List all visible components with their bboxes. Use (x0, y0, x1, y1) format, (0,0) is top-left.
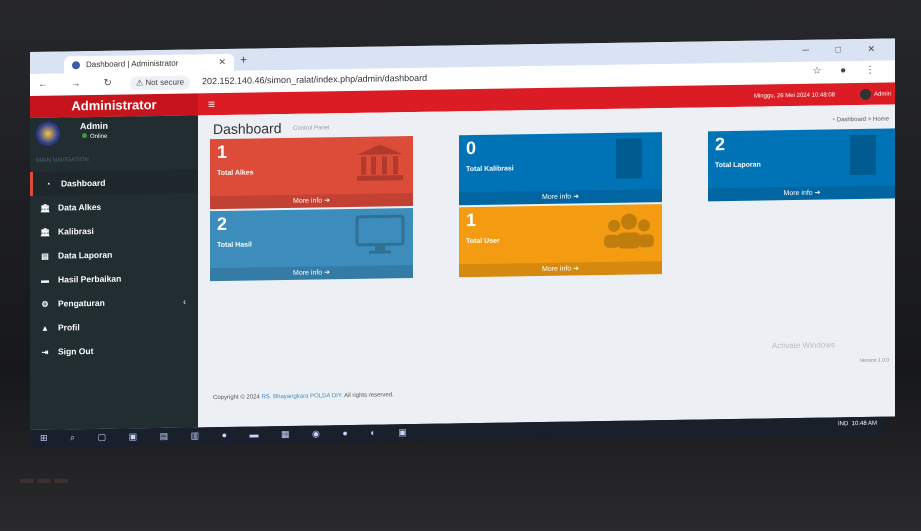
bank-icon: 🏛 (40, 227, 51, 237)
bank-icon (357, 144, 403, 181)
sidebar-toggle-icon[interactable]: ≡ (208, 97, 215, 111)
header-user-label[interactable]: Admin (874, 91, 891, 97)
url-input[interactable]: 202.152.140.46/simon_ralat/index.php/adm… (202, 73, 427, 87)
tab-title: Dashboard | Administrator (86, 58, 179, 70)
sidebar-item-label: Data Laporan (58, 249, 113, 261)
sidebar-item-pengaturan[interactable]: ⚙ Pengaturan ‹ (30, 289, 198, 316)
admin-app: Administrator ≡ Minggu, 26 Mei 2024 10:4… (30, 82, 895, 430)
favicon-icon (72, 60, 80, 69)
footer: Copyright © 2024 RS. Bhayangkara POLDA D… (213, 392, 394, 401)
security-badge[interactable]: ⚠ Not secure (130, 75, 191, 91)
user-status: Online (82, 133, 107, 140)
sidebar-item-data-alkes[interactable]: 🏛 Data Alkes (30, 193, 198, 220)
building-icon (616, 138, 642, 179)
sidebar-item-label: Hasil Perbaikan (58, 273, 122, 285)
header-datetime: Minggu, 26 Mei 2024 10:48:08 (753, 92, 835, 100)
users-icon (604, 213, 654, 249)
more-info-link[interactable]: More info ➔ (210, 192, 413, 210)
version-label: Version 1.0.0 (859, 357, 889, 364)
sidebar: Admin Online MAIN NAVIGATION ◔ Dashboard… (30, 115, 198, 430)
main-content: Dashboard Control Panel ◔ Dashboard > Ho… (198, 104, 895, 428)
browser-window: Dashboard | Administrator ✕ + ─ □ ✕ ← → … (30, 38, 895, 430)
stat-value: 1 (217, 141, 228, 163)
stat-value: 2 (217, 213, 228, 235)
sidebar-item-dashboard[interactable]: ◔ Dashboard (30, 169, 198, 196)
stat-box-total-kalibrasi: 0 Total Kalibrasi More info ➔ (459, 132, 662, 206)
breadcrumb-home[interactable]: Dashboard (837, 117, 866, 123)
monitor-icon (355, 214, 405, 254)
sidebar-item-label: Dashboard (61, 177, 106, 189)
activate-windows-watermark: Activate Windows (771, 340, 835, 351)
avatar (36, 121, 60, 146)
page-subtitle: Control Panel (293, 125, 330, 132)
user-icon: ▲ (41, 323, 49, 333)
sidebar-item-label: Sign Out (58, 346, 94, 357)
stat-label: Total Laporan (715, 161, 761, 170)
stat-value: 1 (466, 209, 477, 231)
status-dot-icon (82, 133, 87, 139)
new-tab-icon[interactable]: + (240, 53, 247, 67)
sidebar-item-label: Kalibrasi (58, 225, 94, 237)
breadcrumb-separator: > (867, 116, 872, 123)
sidebar-item-kalibrasi[interactable]: 🏛 Kalibrasi (30, 217, 198, 244)
footer-link[interactable]: RS. Bhayangkara POLDA DIY. (261, 393, 342, 400)
language-indicator: IND (837, 421, 849, 428)
app-logo[interactable]: Administrator (30, 93, 198, 118)
stat-box-total-alkes: 1 Total Alkes More info ➔ (210, 135, 413, 210)
lenovo-logo: ▬▬▬ (20, 470, 71, 486)
breadcrumb: ◔ Dashboard > Home (831, 117, 889, 124)
nav-buttons[interactable]: ← → ↻ (38, 78, 122, 90)
stat-value: 0 (466, 137, 477, 159)
system-tray[interactable]: IND 10:48 AM (838, 421, 877, 428)
dashboard-icon: ◔ (45, 179, 51, 189)
stat-value: 2 (715, 134, 726, 155)
stat-label: Total Alkes (217, 169, 254, 178)
sidebar-item-label: Profil (58, 322, 80, 333)
nav-section-label: MAIN NAVIGATION (36, 157, 89, 164)
stat-label: Total User (466, 237, 500, 246)
stat-label: Total Hasil (217, 241, 252, 250)
status-label: Online (90, 133, 108, 141)
stat-label: Total Kalibrasi (466, 165, 514, 174)
taskbar-apps-icon[interactable]: ⊞ ⌕ ▢ ▣ ▤ ▥ ● ▬ ▦ ◉ ● ◐ ▣ (40, 427, 417, 444)
sidebar-item-hasil-perbaikan[interactable]: ▬ Hasil Perbaikan (30, 265, 198, 292)
more-info-link[interactable]: More info ➔ (459, 189, 662, 206)
sidebar-item-data-laporan[interactable]: ▤ Data Laporan (30, 241, 198, 268)
car-icon: ▬ (41, 275, 49, 285)
user-name: Admin (80, 120, 108, 132)
sidebar-item-sign-out[interactable]: ⇥ Sign Out (30, 337, 198, 364)
sign-out-icon: ⇥ (41, 347, 49, 357)
bank-icon: 🏛 (40, 203, 51, 213)
footer-rights: All rights reserved. (344, 392, 394, 400)
security-label: Not secure (145, 77, 185, 88)
header-avatar[interactable] (860, 88, 871, 100)
footer-copyright: Copyright © 2024 (213, 394, 260, 402)
building-icon (850, 134, 876, 176)
sidebar-item-label: Pengaturan (58, 297, 105, 309)
cogs-icon: ⚙ (41, 299, 49, 309)
stat-box-total-hasil: 2 Total Hasil More info ➔ (210, 207, 413, 282)
sidebar-menu: ◔ Dashboard 🏛 Data Alkes 🏛 Kalibrasi ▤ D… (30, 169, 198, 364)
stat-box-total-laporan: 2 Total Laporan More info ➔ (708, 128, 895, 202)
close-tab-icon[interactable]: ✕ (218, 57, 226, 68)
more-info-link[interactable]: More info ➔ (708, 185, 895, 202)
sidebar-item-profil[interactable]: ▲ Profil (30, 313, 198, 340)
chevron-left-icon: ‹ (183, 296, 186, 307)
more-info-link[interactable]: More info ➔ (459, 261, 662, 278)
bookmark-star-icon[interactable]: ☆ ● ⋮ (812, 65, 883, 77)
sidebar-item-label: Data Alkes (58, 201, 102, 213)
clock: 10:48 AM (851, 420, 877, 428)
more-info-link[interactable]: More info ➔ (210, 264, 413, 282)
window-controls[interactable]: ─ □ ✕ (803, 44, 887, 56)
user-panel: Admin Online (30, 115, 198, 154)
page-title: Dashboard (213, 120, 282, 138)
stat-box-total-user: 1 Total User More info ➔ (459, 204, 662, 278)
book-icon: ▤ (41, 251, 49, 261)
breadcrumb-current: Home (872, 116, 889, 123)
